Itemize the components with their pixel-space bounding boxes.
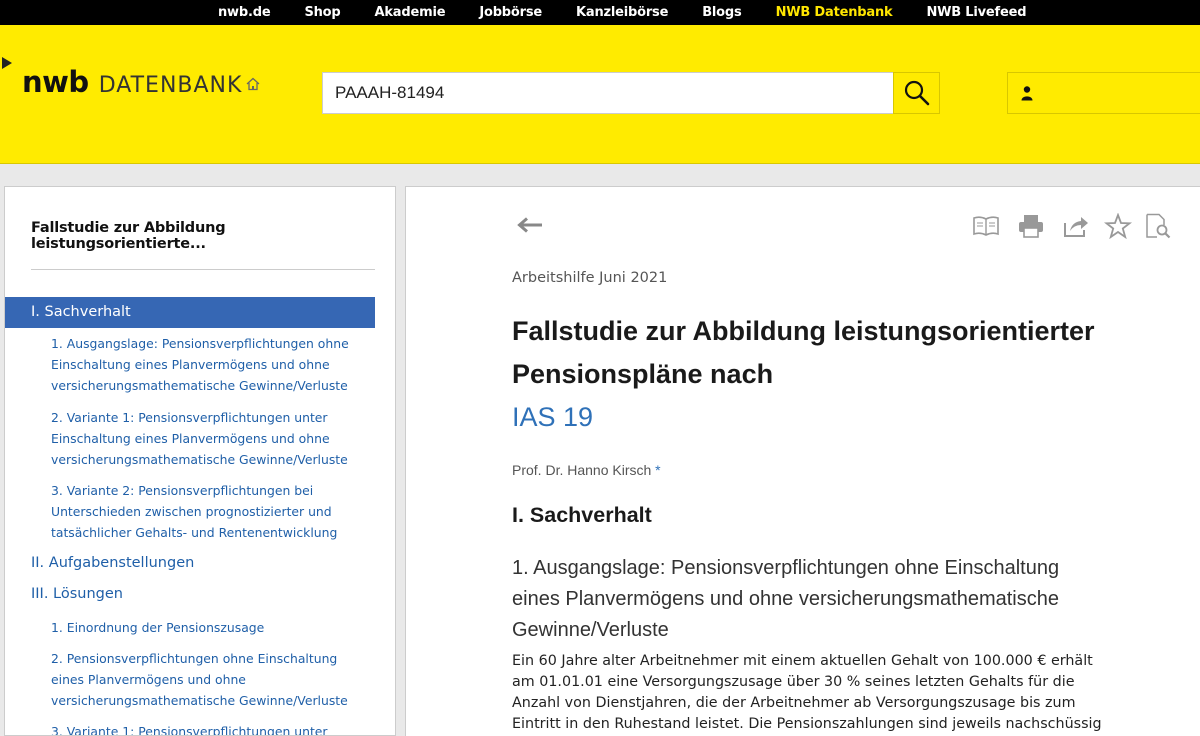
search-button[interactable] — [893, 72, 940, 114]
toc-item-aufgabenstellungen[interactable]: II. Aufgabenstellungen — [31, 555, 194, 571]
user-account-button[interactable] — [1007, 72, 1200, 114]
share-icon[interactable] — [1062, 213, 1090, 239]
sidebar-divider — [31, 269, 375, 270]
star-icon[interactable] — [1104, 213, 1132, 239]
author-line: Prof. Dr. Hanno Kirsch * — [512, 462, 661, 478]
document-panel: Arbeitshilfe Juni 2021 Fallstudie zur Ab… — [405, 186, 1200, 736]
top-nav-list: nwb.de Shop Akademie Jobbörse Kanzleibör… — [218, 0, 1060, 25]
nav-link-nwb[interactable]: nwb.de — [218, 5, 271, 20]
toc-item-loesung-variante-1[interactable]: 3. Variante 1: Pensionsverpflichtungen u… — [51, 721, 371, 735]
top-navigation-bar: nwb.de Shop Akademie Jobbörse Kanzleibör… — [0, 0, 1200, 25]
subsection-heading: 1. Ausgangslage: Pensionsverpflichtungen… — [512, 557, 1060, 641]
document-title-main: Fallstudie zur Abbildung leistungsorient… — [512, 316, 1095, 389]
nav-link-akademie[interactable]: Akademie — [375, 5, 446, 20]
nav-link-livefeed[interactable]: NWB Livefeed — [926, 5, 1026, 20]
toc-item-sachverhalt[interactable]: I. Sachverhalt — [5, 297, 375, 328]
nav-link-blogs[interactable]: Blogs — [702, 5, 742, 20]
toc-item-loesung-pensionsverpflichtungen[interactable]: 2. Pensionsverpflichtungen ohne Einschal… — [51, 648, 371, 711]
back-arrow-icon[interactable] — [516, 216, 544, 234]
nav-link-jobboerse[interactable]: Jobbörse — [479, 5, 542, 20]
search-field-container — [322, 72, 894, 114]
user-icon — [1021, 86, 1033, 101]
print-icon[interactable] — [1017, 213, 1045, 239]
document-type: Arbeitshilfe Juni 2021 — [512, 270, 668, 286]
header-marker-icon — [2, 57, 12, 69]
logo-brand: nwb — [22, 65, 89, 99]
nav-link-shop[interactable]: Shop — [304, 5, 340, 20]
toc-item-loesungen[interactable]: III. Lösungen — [31, 586, 123, 602]
search-icon — [904, 80, 929, 106]
site-header: nwb DATENBANK — [0, 25, 1200, 164]
logo-product: DATENBANK — [98, 73, 243, 98]
nav-link-kanzleiboerse[interactable]: Kanzleibörse — [576, 5, 668, 20]
toc-item-variante-1[interactable]: 2. Variante 1: Pensionsverpflichtungen u… — [51, 407, 371, 470]
home-icon[interactable] — [246, 77, 260, 91]
search-input[interactable] — [323, 73, 893, 113]
document-search-icon[interactable] — [1144, 213, 1172, 239]
body-paragraph: Ein 60 Jahre alter Arbeitnehmer mit eine… — [512, 653, 1102, 732]
author-footnote-link[interactable]: * — [655, 462, 660, 478]
sidebar-title: Fallstudie zur Abbildung leistungsorient… — [31, 220, 226, 252]
author-name: Prof. Dr. Hanno Kirsch — [512, 462, 652, 478]
document-title: Fallstudie zur Abbildung leistungsorient… — [512, 310, 1152, 439]
section-heading: I. Sachverhalt — [512, 503, 652, 527]
toc-item-ausgangslage[interactable]: 1. Ausgangslage: Pensionsverpflichtungen… — [51, 333, 371, 396]
toc-item-einordnung[interactable]: 1. Einordnung der Pensionszusage — [51, 617, 371, 638]
toc-item-variante-2[interactable]: 3. Variante 2: Pensionsverpflichtungen b… — [51, 480, 371, 543]
toc-sidebar: Fallstudie zur Abbildung leistungsorient… — [4, 186, 396, 736]
reader-icon[interactable] — [972, 213, 1000, 239]
site-logo[interactable]: nwb DATENBANK — [22, 65, 242, 99]
ias-19-link[interactable]: IAS 19 — [512, 396, 1152, 439]
nav-link-datenbank[interactable]: NWB Datenbank — [776, 5, 893, 20]
